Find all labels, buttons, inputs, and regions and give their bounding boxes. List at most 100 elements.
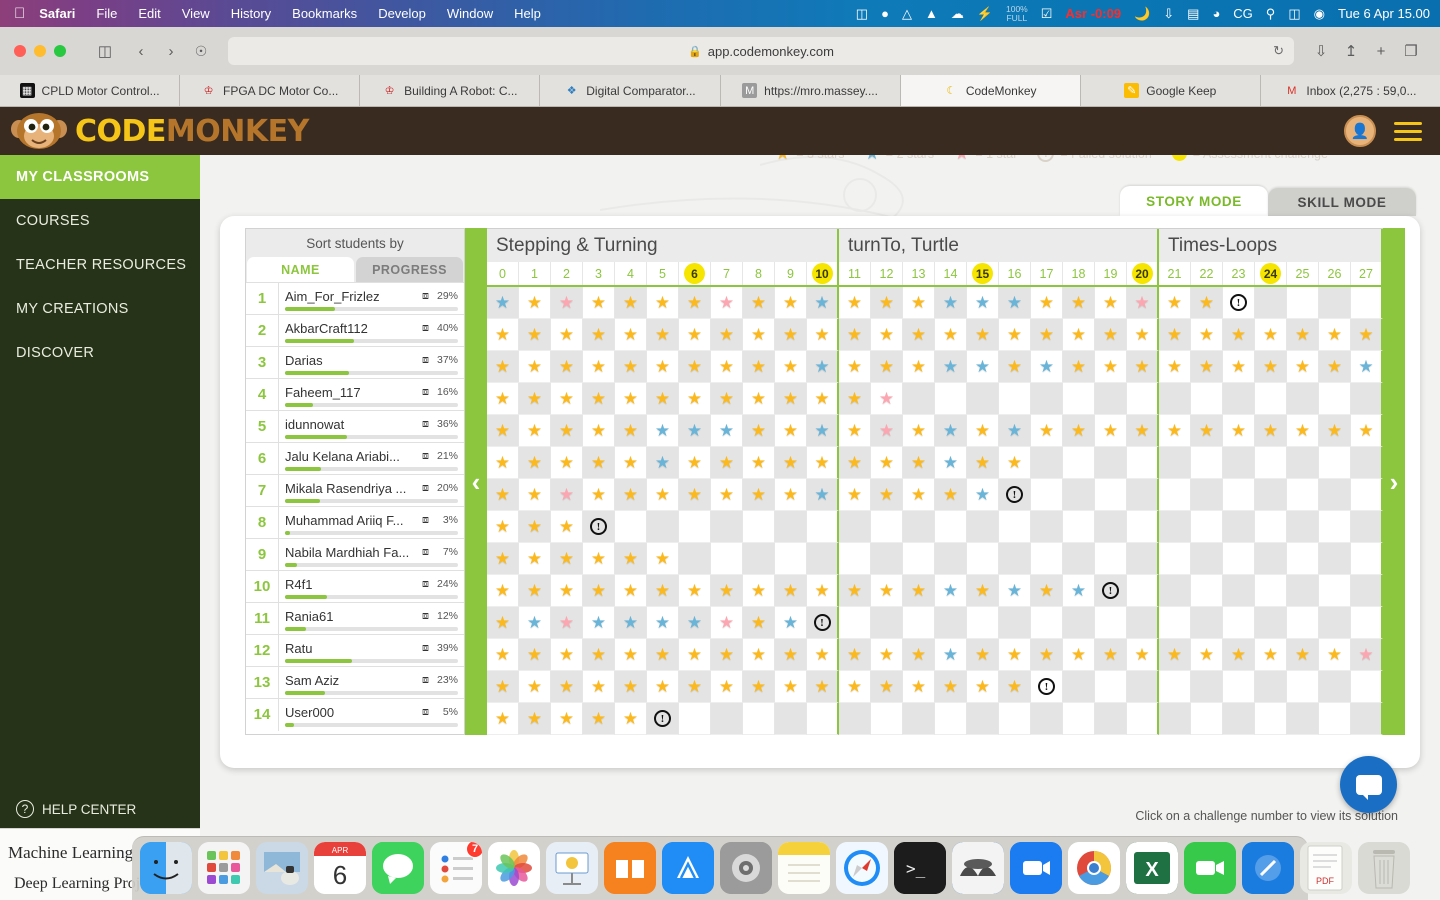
score-cell[interactable]: ★ [647,543,679,575]
score-cell[interactable]: ★ [583,479,615,511]
score-cell[interactable]: ★ [903,287,935,319]
score-cell[interactable]: ★ [551,447,583,479]
score-cell[interactable]: ★ [1127,287,1159,319]
score-cell[interactable] [1063,511,1095,543]
dock-item-mamp[interactable] [952,842,1004,894]
score-cell[interactable]: ★ [551,351,583,383]
score-cell[interactable]: ★ [1031,415,1063,447]
challenge-number[interactable]: 10 [807,262,839,285]
score-cell[interactable] [903,703,935,735]
menu-item-bookmarks[interactable]: Bookmarks [292,6,357,21]
sidebar-item-teacher-resources[interactable]: TEACHER RESOURCES [0,243,200,287]
score-cell[interactable]: ★ [519,479,551,511]
score-cell[interactable]: ★ [871,319,903,351]
browser-tab[interactable]: M Inbox (2,275 : 59,0... [1260,75,1440,106]
score-cell[interactable] [1255,287,1287,319]
dock-item-books[interactable] [604,842,656,894]
score-cell[interactable]: ★ [647,319,679,351]
score-cell[interactable]: ★ [711,383,743,415]
score-cell[interactable] [1351,543,1383,575]
score-cell[interactable] [1223,671,1255,703]
score-cell[interactable]: ★ [647,287,679,319]
score-cell[interactable]: ★ [807,575,839,607]
score-cell[interactable]: ★ [967,639,999,671]
score-cell[interactable]: ★ [615,415,647,447]
score-cell[interactable]: ★ [711,607,743,639]
score-cell[interactable] [1127,703,1159,735]
score-cell[interactable] [935,511,967,543]
score-cell[interactable] [1287,383,1319,415]
student-name[interactable]: Faheem_117 [285,385,419,400]
dock-item-chrome[interactable] [1068,842,1120,894]
score-cell[interactable]: ★ [551,671,583,703]
score-cell[interactable]: ★ [679,447,711,479]
score-cell[interactable] [1223,703,1255,735]
challenge-number[interactable]: 4 [615,262,647,285]
score-cell[interactable]: ★ [903,479,935,511]
score-cell[interactable]: ★ [711,575,743,607]
score-cell[interactable] [807,543,839,575]
cloud-upload-icon[interactable]: ▲ [925,6,938,21]
score-cell[interactable]: ★ [935,639,967,671]
score-cell[interactable]: ★ [647,479,679,511]
table-row[interactable]: 9 Nabila Mardhiah Fa... ⧈ 7% [246,538,464,571]
score-cell[interactable]: ★ [839,287,871,319]
input-source-label[interactable]: CG [1233,6,1253,21]
score-cell[interactable]: ★ [551,287,583,319]
score-cell[interactable] [1319,447,1351,479]
score-cell[interactable]: ★ [1351,319,1383,351]
score-cell[interactable] [999,607,1031,639]
score-cell[interactable]: ★ [871,447,903,479]
external-link-icon[interactable]: ⧈ [422,290,429,303]
score-cell[interactable] [967,543,999,575]
dock-item-pdf-doc[interactable]: PDF [1300,842,1352,894]
score-cell[interactable]: ★ [583,351,615,383]
challenge-number[interactable]: 16 [999,262,1031,285]
score-cell[interactable]: ★ [775,351,807,383]
score-cell[interactable]: ★ [807,383,839,415]
score-cell[interactable]: ★ [1223,319,1255,351]
student-name[interactable]: AkbarCraft112 [285,321,419,336]
student-name[interactable]: Darias [285,353,419,368]
score-cell[interactable]: ★ [935,447,967,479]
score-cell[interactable] [1031,447,1063,479]
score-cell[interactable] [1191,447,1223,479]
challenge-number[interactable]: 17 [1031,262,1063,285]
score-cell[interactable]: ★ [679,415,711,447]
score-cell[interactable]: ★ [775,319,807,351]
score-cell[interactable] [1159,703,1191,735]
score-cell[interactable]: ★ [1255,351,1287,383]
score-cell[interactable] [935,607,967,639]
score-cell[interactable]: ★ [743,479,775,511]
challenge-number[interactable]: 9 [775,262,807,285]
challenge-number[interactable]: 26 [1319,262,1351,285]
score-cell[interactable]: ★ [775,447,807,479]
score-cell[interactable]: ! [583,511,615,543]
browser-tab-active[interactable]: ☾ CodeMonkey [900,75,1081,106]
score-cell[interactable]: ★ [903,415,935,447]
score-cell[interactable] [1319,383,1351,415]
menu-bar-clock[interactable]: Tue 6 Apr 15.00 [1338,6,1430,21]
score-cell[interactable] [1351,607,1383,639]
score-cell[interactable]: ★ [1159,351,1191,383]
score-cell[interactable]: ★ [615,447,647,479]
score-cell[interactable]: ★ [487,543,519,575]
browser-tab[interactable]: M https://mro.massey.... [720,75,901,106]
score-cell[interactable]: ★ [935,479,967,511]
score-cell[interactable] [1223,543,1255,575]
score-cell[interactable] [1287,543,1319,575]
browser-tab[interactable]: ❖ Digital Comparator... [540,75,721,106]
chevron-left-icon[interactable]: ‹ [126,39,156,63]
table-row[interactable]: 7 Mikala Rasendriya ... ⧈ 20% [246,474,464,507]
score-cell[interactable]: ★ [903,639,935,671]
score-cell[interactable] [1159,479,1191,511]
score-cell[interactable]: ★ [775,671,807,703]
score-cell[interactable] [807,511,839,543]
score-cell[interactable]: ★ [807,639,839,671]
score-cell[interactable]: ★ [1095,639,1127,671]
score-cell[interactable] [743,703,775,735]
score-cell[interactable]: ★ [583,607,615,639]
avatar[interactable]: 👤 [1344,115,1376,147]
score-cell[interactable]: ★ [1287,319,1319,351]
score-cell[interactable]: ★ [487,351,519,383]
